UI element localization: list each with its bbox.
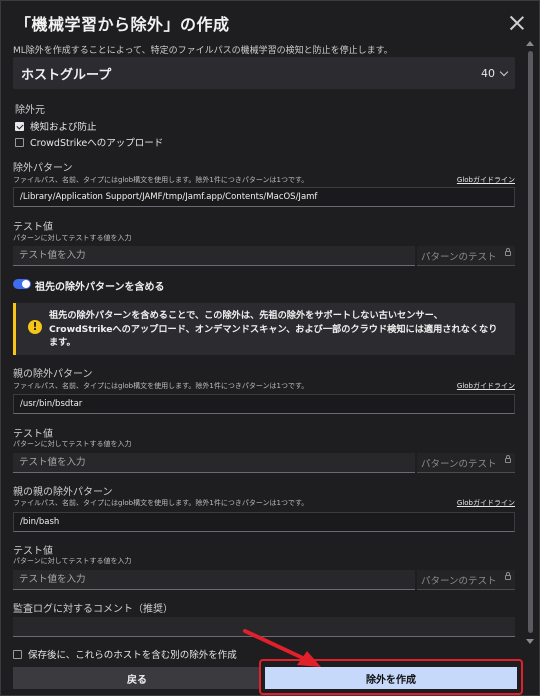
- test-value-help: パターンに対してテストする値を入力: [13, 557, 132, 565]
- glob-guideline-link[interactable]: Globガイドライン: [457, 175, 515, 185]
- test-pattern-button[interactable]: パターンのテスト: [417, 246, 515, 266]
- test-value-label: テスト値: [13, 222, 53, 233]
- host-count-value: 40: [481, 66, 495, 80]
- lock-icon: [505, 572, 511, 580]
- glob-guideline-link[interactable]: Globガイドライン: [457, 498, 515, 508]
- test-value-input[interactable]: [13, 570, 415, 590]
- checkbox-save-another[interactable]: 保存後に、これらのホストを含む別の除外を作成: [13, 647, 237, 661]
- warning-text: 祖先の除外パターンを含めることで、この除外は、先祖の除外をサポートしない古いセン…: [49, 310, 498, 348]
- lock-icon: [505, 455, 511, 463]
- warning-banner: ! 祖先の除外パターンを含めることで、この除外は、先祖の除外をサポートしない古い…: [13, 303, 515, 355]
- test-value-help: パターンに対してテストする値を入力: [13, 440, 132, 448]
- checkbox-label: CrowdStrikeへのアップロード: [30, 138, 164, 149]
- lock-icon: [505, 248, 511, 256]
- dialog-header: 「機械学習から除外」の作成: [15, 11, 525, 35]
- back-button[interactable]: 戻る: [13, 667, 261, 689]
- grandparent-pattern-label: 親の親の除外パターン: [13, 487, 113, 498]
- checkbox-unchecked-icon[interactable]: [13, 649, 22, 659]
- test-value-input[interactable]: [13, 453, 415, 473]
- test-pattern-label: パターンのテスト: [421, 458, 497, 470]
- test-value-input[interactable]: [13, 246, 415, 266]
- red-arrow-icon: [243, 629, 321, 667]
- test-pattern-label: パターンのテスト: [421, 251, 497, 263]
- checkbox-unchecked-icon[interactable]: [15, 137, 24, 147]
- scroll-down-arrow-icon[interactable]: [526, 639, 534, 644]
- scrollbar-thumb[interactable]: [528, 51, 533, 633]
- parent-pattern-label: 親の除外パターン: [13, 369, 93, 380]
- test-value-help: パターンに対してテストする値を入力: [13, 234, 132, 242]
- close-icon[interactable]: [509, 15, 525, 31]
- checkbox-label: 検知および防止: [30, 122, 97, 133]
- checkbox-checked-icon[interactable]: [15, 121, 24, 131]
- warning-exclamation-icon: !: [28, 320, 42, 334]
- checkbox-detection-prevention[interactable]: 検知および防止: [15, 119, 97, 133]
- scroll-up-arrow-icon[interactable]: [526, 41, 534, 46]
- parent-pattern-help: ファイルパス、名前、タイプにはglob構文を使用します。除外1件につきパターンは…: [13, 382, 309, 390]
- checkbox-upload-crowdstrike[interactable]: CrowdStrikeへのアップロード: [15, 135, 163, 149]
- ancestor-toggle-label: 祖先の除外パターンを含める: [35, 282, 165, 293]
- exclusion-pattern-help: ファイルパス、名前、タイプにはglob構文を使用します。除外1件につきパターンは…: [13, 176, 309, 184]
- host-count: 40: [481, 66, 509, 80]
- glob-guideline-link[interactable]: Globガイドライン: [457, 381, 515, 391]
- grandparent-pattern-help: ファイルパス、名前、タイプにはglob構文を使用します。除外1件につきパターンは…: [13, 499, 309, 507]
- test-pattern-button[interactable]: パターンのテスト: [417, 570, 515, 590]
- chevron-down-icon: [499, 67, 509, 76]
- checkbox-label: 保存後に、これらのホストを含む別の除外を作成: [28, 650, 237, 661]
- test-value-label: テスト値: [13, 546, 53, 557]
- exclude-from-heading: 除外元: [15, 105, 45, 116]
- exclusion-pattern-field[interactable]: /Library/Application Support/JAMF/tmp/Ja…: [13, 187, 515, 207]
- create-ml-exclusion-dialog: 「機械学習から除外」の作成 ML除外を作成することによって、特定のファイルパスの…: [0, 0, 540, 696]
- grandparent-pattern-field[interactable]: /bin/bash: [13, 512, 515, 532]
- ancestor-toggle-switch[interactable]: [13, 279, 31, 289]
- parent-pattern-field[interactable]: /usr/bin/bsdtar: [13, 394, 515, 414]
- test-pattern-button[interactable]: パターンのテスト: [417, 453, 515, 473]
- exclusion-pattern-label: 除外パターン: [13, 163, 73, 174]
- dialog-title: 「機械学習から除外」の作成: [15, 15, 230, 34]
- test-pattern-label: パターンのテスト: [421, 575, 497, 587]
- audit-comment-label: 監査ログに対するコメント（推奨）: [13, 604, 173, 615]
- test-value-label: テスト値: [13, 429, 53, 440]
- host-group-select[interactable]: ホストグループ 40: [13, 57, 515, 89]
- host-group-label: ホストグループ: [21, 67, 112, 83]
- dialog-subtitle: ML除外を作成することによって、特定のファイルパスの機械学習の検知と防止を停止し…: [13, 46, 393, 56]
